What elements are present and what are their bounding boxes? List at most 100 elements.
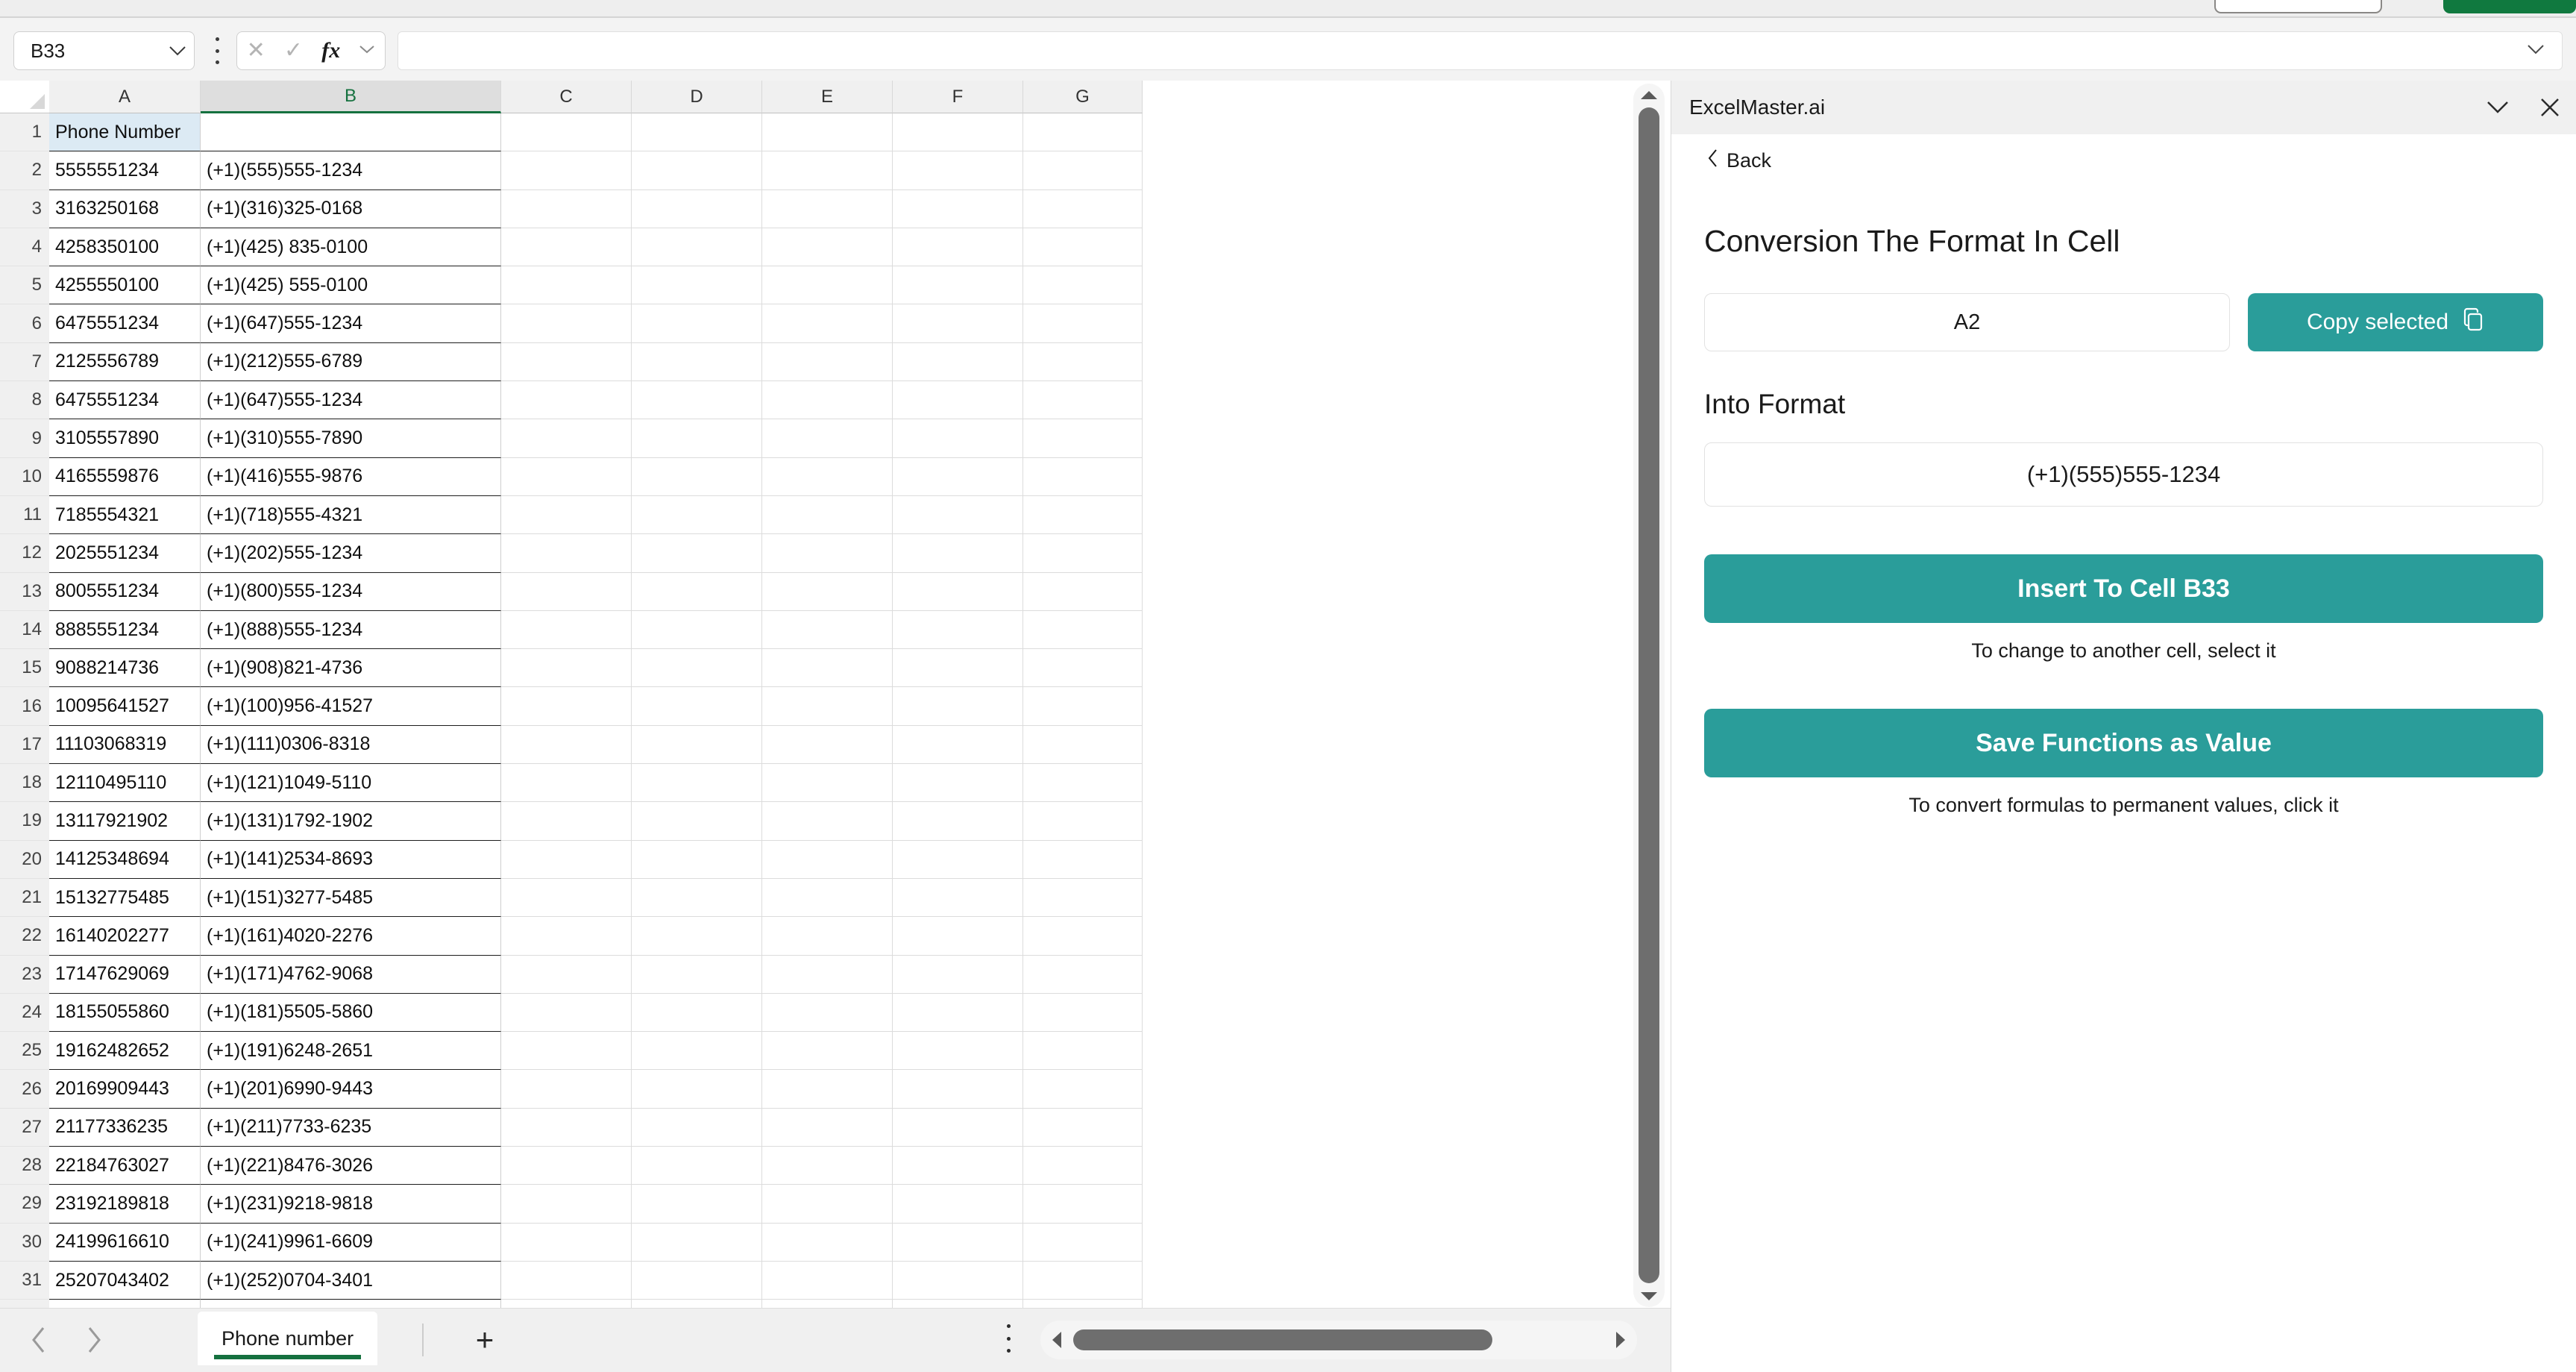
chevron-down-icon[interactable] [161,45,194,57]
cell-A22[interactable]: 16140202277 [49,917,201,956]
cell-C26[interactable] [501,1070,632,1109]
fx-icon[interactable]: fx [321,38,340,63]
cell-G30[interactable] [1023,1223,1143,1262]
cell-A25[interactable]: 19162482652 [49,1032,201,1071]
cell-G22[interactable] [1023,917,1143,956]
cell-G20[interactable] [1023,840,1143,879]
cell-G23[interactable] [1023,955,1143,994]
cell-G19[interactable] [1023,802,1143,841]
cell-D32[interactable] [632,1300,762,1308]
cell-G27[interactable] [1023,1108,1143,1147]
cell-A7[interactable]: 2125556789 [49,342,201,382]
column-header-f[interactable]: F [893,81,1023,113]
cell-B6[interactable]: (+1)(647)555-1234 [201,304,501,343]
ribbon-share-button[interactable] [2443,0,2576,13]
cell-B12[interactable]: (+1)(202)555-1234 [201,534,501,573]
row-header-6[interactable]: 6 [0,304,49,343]
cell-D16[interactable] [632,687,762,726]
row-header-9[interactable]: 9 [0,419,49,458]
cell-D6[interactable] [632,304,762,343]
chevron-down-icon[interactable] [2526,43,2562,59]
cell-A1[interactable]: Phone Number [49,113,201,152]
row-header-11[interactable]: 11 [0,495,49,535]
cell-C8[interactable] [501,381,632,420]
cell-D9[interactable] [632,419,762,458]
cell-F2[interactable] [893,151,1023,190]
cell-D11[interactable] [632,495,762,535]
cell-B15[interactable]: (+1)(908)821-4736 [201,649,501,688]
cell-F25[interactable] [893,1032,1023,1071]
cell-G5[interactable] [1023,266,1143,305]
scroll-right-icon[interactable] [1604,1332,1637,1348]
cell-A27[interactable]: 21177336235 [49,1108,201,1147]
cell-F28[interactable] [893,1147,1023,1185]
cell-C28[interactable] [501,1147,632,1185]
ribbon-search-input[interactable] [2214,0,2382,13]
cell-G15[interactable] [1023,649,1143,688]
cell-A20[interactable]: 14125348694 [49,840,201,879]
cell-D19[interactable] [632,802,762,841]
cell-A18[interactable]: 12110495110 [49,764,201,803]
cell-G13[interactable] [1023,572,1143,611]
row-header-21[interactable]: 21 [0,878,49,918]
cell-B22[interactable]: (+1)(161)4020-2276 [201,917,501,956]
cell-B13[interactable]: (+1)(800)555-1234 [201,572,501,611]
cell-E24[interactable] [762,993,893,1033]
horizontal-scrollbar-thumb[interactable] [1073,1329,1492,1350]
close-x-icon[interactable]: ✕ [247,40,266,62]
row-header-16[interactable]: 16 [0,687,49,726]
cell-C15[interactable] [501,649,632,688]
cell-E7[interactable] [762,342,893,382]
row-header-10[interactable]: 10 [0,457,49,496]
cell-C1[interactable] [501,113,632,152]
cell-A32[interactable]: 26214470193 [49,1300,201,1308]
cell-D20[interactable] [632,840,762,879]
cell-B30[interactable]: (+1)(241)9961-6609 [201,1223,501,1262]
cell-E32[interactable] [762,1300,893,1308]
cell-G26[interactable] [1023,1070,1143,1109]
save-functions-as-value-button[interactable]: Save Functions as Value [1704,709,2543,777]
cell-B11[interactable]: (+1)(718)555-4321 [201,495,501,535]
cell-D30[interactable] [632,1223,762,1262]
cell-B10[interactable]: (+1)(416)555-9876 [201,457,501,496]
vertical-scrollbar-thumb[interactable] [1639,107,1659,1283]
cell-F1[interactable] [893,113,1023,152]
cell-E2[interactable] [762,151,893,190]
cell-G24[interactable] [1023,993,1143,1033]
cell-G4[interactable] [1023,228,1143,267]
cell-F31[interactable] [893,1261,1023,1300]
cell-C29[interactable] [501,1185,632,1224]
cell-G2[interactable] [1023,151,1143,190]
cell-D13[interactable] [632,572,762,611]
cell-F4[interactable] [893,228,1023,267]
cell-E16[interactable] [762,687,893,726]
cell-C12[interactable] [501,534,632,573]
cell-A15[interactable]: 9088214736 [49,649,201,688]
cell-E15[interactable] [762,649,893,688]
cell-F32[interactable] [893,1300,1023,1308]
cell-E3[interactable] [762,189,893,228]
cell-E5[interactable] [762,266,893,305]
cell-E17[interactable] [762,725,893,765]
cell-F30[interactable] [893,1223,1023,1262]
cell-E6[interactable] [762,304,893,343]
cell-B23[interactable]: (+1)(171)4762-9068 [201,955,501,994]
cell-E13[interactable] [762,572,893,611]
cell-E30[interactable] [762,1223,893,1262]
cell-F9[interactable] [893,419,1023,458]
cell-D29[interactable] [632,1185,762,1224]
cell-E29[interactable] [762,1185,893,1224]
cell-B14[interactable]: (+1)(888)555-1234 [201,610,501,650]
cell-E11[interactable] [762,495,893,535]
cell-D10[interactable] [632,457,762,496]
insert-to-cell-button[interactable]: Insert To Cell B33 [1704,554,2543,623]
cell-C32[interactable] [501,1300,632,1308]
cell-A28[interactable]: 22184763027 [49,1147,201,1185]
back-button[interactable]: Back [1707,134,2543,187]
chevron-down-icon[interactable] [2472,81,2524,134]
cell-A29[interactable]: 23192189818 [49,1185,201,1224]
cell-D17[interactable] [632,725,762,765]
cell-D3[interactable] [632,189,762,228]
cell-G32[interactable] [1023,1300,1143,1308]
cell-E26[interactable] [762,1070,893,1109]
